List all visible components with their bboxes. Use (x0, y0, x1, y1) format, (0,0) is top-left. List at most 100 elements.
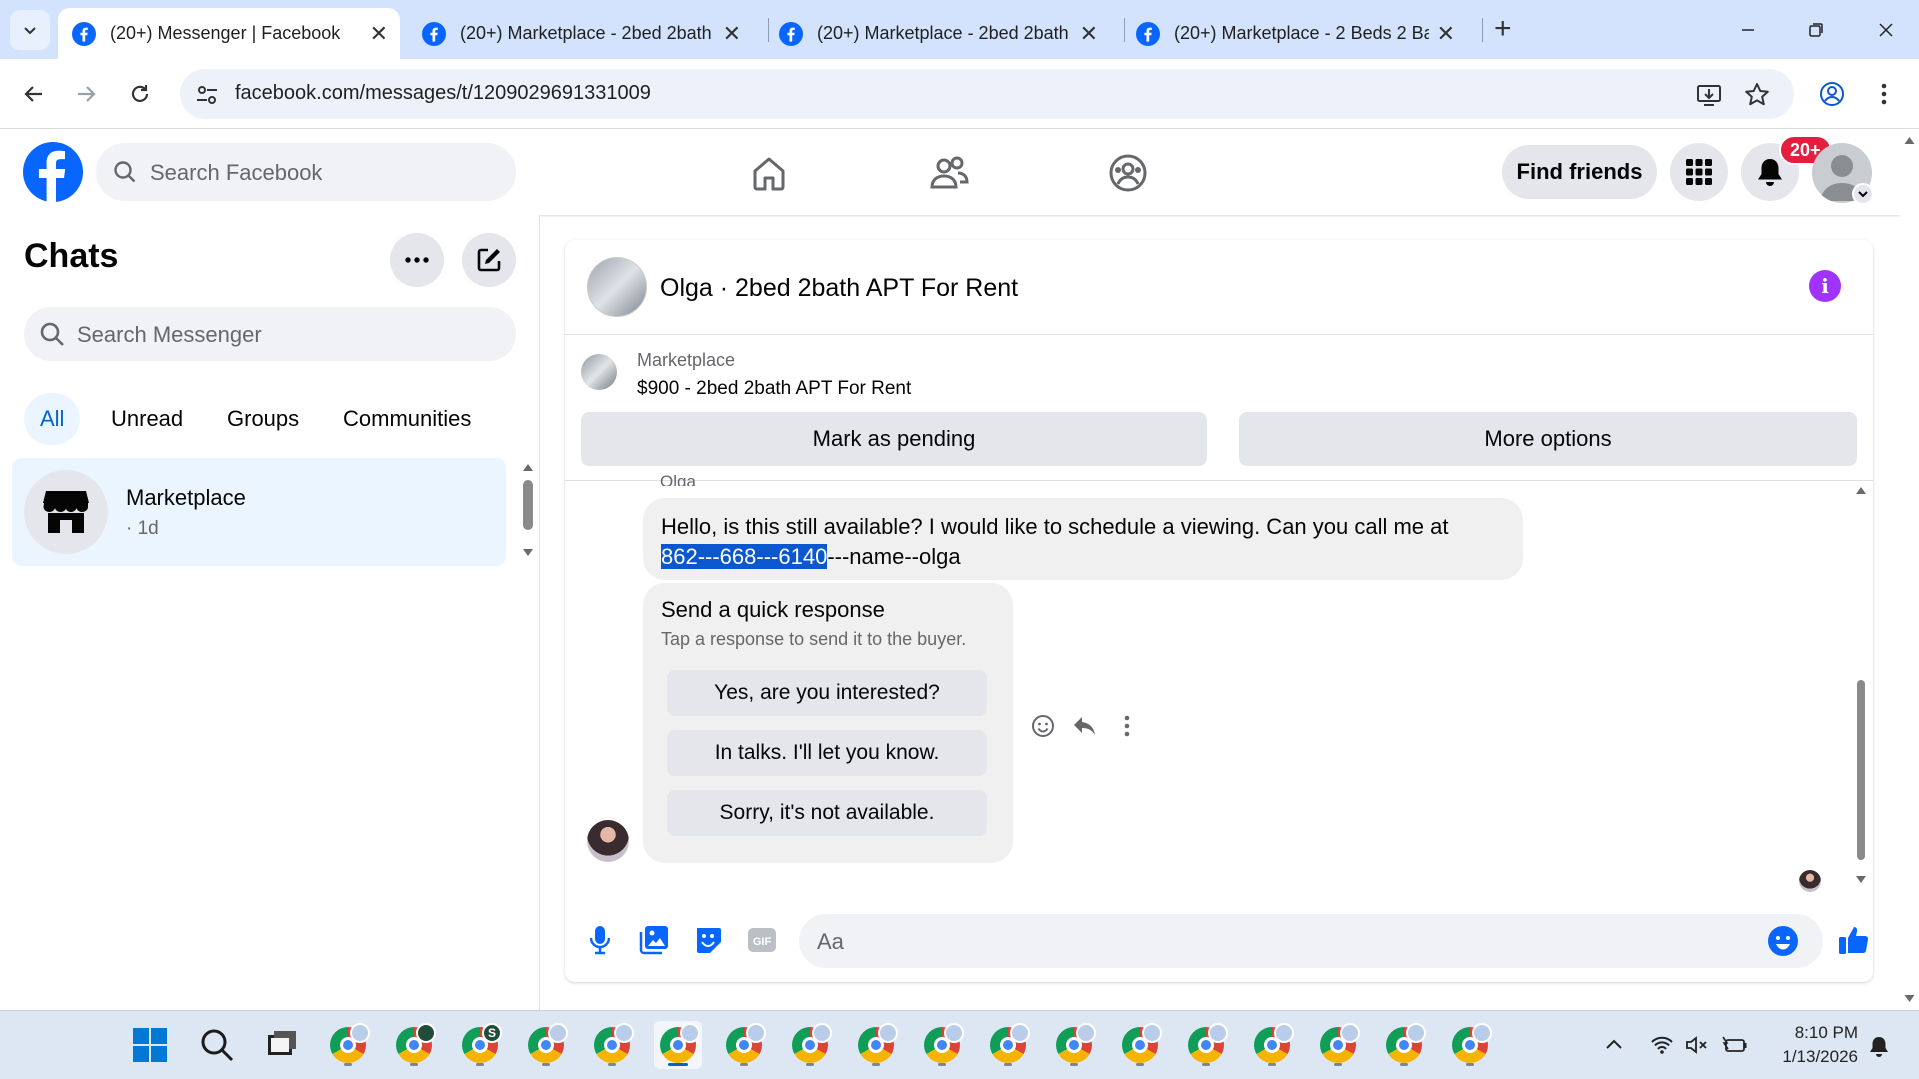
taskbar-chrome-app-active[interactable] (654, 1021, 702, 1069)
taskbar-chrome-app[interactable] (1380, 1021, 1428, 1069)
taskbar-chrome-app[interactable] (918, 1021, 966, 1069)
message-input[interactable]: Aa (799, 914, 1823, 968)
taskbar-chrome-app[interactable] (1314, 1021, 1362, 1069)
taskbar-chrome-app[interactable] (852, 1021, 900, 1069)
search-icon (201, 1029, 234, 1062)
browser-tab-marketplace-3[interactable]: (20+) Marketplace - 2 Beds 2 Ba ✕ (1122, 8, 1467, 59)
taskbar-chrome-app[interactable]: S (456, 1021, 504, 1069)
quick-response-yes-button[interactable]: Yes, are you interested? (667, 670, 987, 716)
tab-close-icon[interactable]: ✕ (723, 21, 741, 47)
chat-scrollbar[interactable] (1855, 485, 1867, 885)
chrome-menu-button[interactable] (1862, 72, 1906, 116)
wifi-icon[interactable] (1650, 1035, 1674, 1055)
chrome-profile-button[interactable] (1810, 72, 1854, 116)
more-options-button[interactable]: More options (1239, 412, 1857, 466)
taskbar-chrome-app[interactable] (588, 1021, 636, 1069)
arrow-right-icon (78, 86, 96, 102)
taskbar-chrome-app[interactable] (1116, 1021, 1164, 1069)
reload-button[interactable] (118, 72, 162, 116)
taskbar-chrome-app[interactable] (1050, 1021, 1098, 1069)
menu-button[interactable] (1670, 143, 1728, 201)
browser-tab-marketplace-2[interactable]: (20+) Marketplace - 2bed 2bath ✕ (765, 8, 1110, 59)
tab-close-icon[interactable]: ✕ (1080, 21, 1098, 47)
account-circle-icon (1820, 82, 1844, 106)
gif-button[interactable]: GIF (745, 923, 779, 957)
battery-charging-icon[interactable] (1722, 1035, 1748, 1055)
browser-toolbar: facebook.com/messages/t/1209029691331009 (0, 59, 1919, 129)
home-nav-button[interactable] (745, 149, 793, 197)
new-message-button[interactable] (462, 233, 516, 287)
tab-close-icon[interactable]: ✕ (370, 21, 388, 47)
taskbar-chrome-app[interactable] (984, 1021, 1032, 1069)
find-friends-button[interactable]: Find friends (1502, 145, 1657, 199)
react-button[interactable] (1029, 712, 1057, 740)
quick-response-in-talks-button[interactable]: In talks. I'll let you know. (667, 730, 987, 776)
close-window-button[interactable] (1856, 8, 1916, 52)
taskbar-chrome-app[interactable] (720, 1021, 768, 1069)
speaker-muted-icon[interactable] (1685, 1035, 1709, 1055)
filter-communities[interactable]: Communities (327, 393, 487, 445)
attach-photo-button[interactable] (637, 923, 671, 957)
notification-bell-icon[interactable] (1868, 1035, 1890, 1057)
account-menu-chevron[interactable] (1852, 183, 1874, 205)
taskbar-chrome-app[interactable] (1182, 1021, 1230, 1069)
chat-options-button[interactable] (390, 233, 444, 287)
emoji-icon[interactable] (1767, 925, 1799, 957)
marketplace-avatar (24, 470, 108, 554)
facebook-logo-icon[interactable] (23, 142, 83, 202)
taskbar-chrome-app[interactable] (1446, 1021, 1494, 1069)
reply-button[interactable] (1071, 712, 1099, 740)
taskbar-chrome-app[interactable] (522, 1021, 570, 1069)
quick-response-not-available-button[interactable]: Sorry, it's not available. (667, 790, 987, 836)
conversation-item-marketplace[interactable]: Marketplace · 1d (12, 458, 506, 566)
minimize-button[interactable] (1718, 8, 1778, 52)
conversation-time: · 1d (126, 518, 159, 539)
sticker-button[interactable] (691, 923, 725, 957)
show-hidden-icons-chevron-icon[interactable] (1604, 1035, 1624, 1055)
storefront-icon (43, 491, 89, 533)
profile-badge-icon (1010, 1023, 1030, 1043)
tab-close-icon[interactable]: ✕ (1437, 21, 1455, 47)
filter-groups[interactable]: Groups (211, 393, 315, 445)
mark-as-pending-button[interactable]: Mark as pending (581, 412, 1207, 466)
listing-price-title[interactable]: $900 - 2bed 2bath APT For Rent (637, 378, 911, 400)
filter-all[interactable]: All (24, 393, 81, 445)
taskbar-chrome-app[interactable] (786, 1021, 834, 1069)
bookmark-star-icon[interactable] (1744, 82, 1770, 108)
system-clock[interactable]: 8:10 PM 1/13/2026 (1768, 1021, 1858, 1069)
forward-button[interactable] (64, 72, 108, 116)
task-view-button[interactable] (258, 1021, 306, 1069)
taskbar-chrome-app[interactable] (390, 1021, 438, 1069)
friends-nav-button[interactable] (925, 149, 973, 197)
browser-tab-marketplace-1[interactable]: (20+) Marketplace - 2bed 2bath ✕ (408, 8, 753, 59)
message-text: Hello, is this still available? I would … (661, 514, 1449, 539)
address-bar[interactable]: facebook.com/messages/t/1209029691331009 (180, 69, 1794, 119)
taskbar-chrome-app[interactable] (324, 1021, 372, 1069)
install-app-icon[interactable] (1696, 82, 1722, 108)
facebook-search-input[interactable]: Search Facebook (96, 143, 516, 201)
voice-clip-button[interactable] (583, 923, 617, 957)
sidebar-scrollbar[interactable] (522, 460, 534, 560)
more-vertical-icon (1124, 715, 1130, 737)
start-button[interactable] (126, 1021, 174, 1069)
back-button[interactable] (12, 72, 56, 116)
browser-tab-messenger[interactable]: (20+) Messenger | Facebook ✕ (58, 8, 400, 59)
conversation-info-icon[interactable]: i (1809, 270, 1841, 302)
sender-avatar[interactable] (587, 820, 629, 862)
filter-unread[interactable]: Unread (95, 393, 199, 445)
tab-search-button[interactable] (10, 10, 50, 50)
message-more-button[interactable] (1113, 712, 1141, 740)
restore-button[interactable] (1786, 8, 1846, 52)
taskbar-search-button[interactable] (193, 1021, 241, 1069)
send-like-button[interactable] (1837, 923, 1871, 957)
taskbar-chrome-app[interactable] (1248, 1021, 1296, 1069)
search-messenger-input[interactable]: Search Messenger (24, 307, 516, 361)
page-scrollbar[interactable] (1900, 129, 1919, 1010)
chat-title[interactable]: Olga · 2bed 2bath APT For Rent (660, 274, 1018, 303)
gif-icon: GIF (748, 928, 776, 952)
chat-avatar[interactable] (587, 257, 647, 317)
groups-nav-button[interactable] (1104, 149, 1152, 197)
profile-badge-icon (746, 1023, 766, 1043)
new-tab-button[interactable]: + (1494, 14, 1512, 44)
listing-thumbnail[interactable] (581, 354, 617, 390)
